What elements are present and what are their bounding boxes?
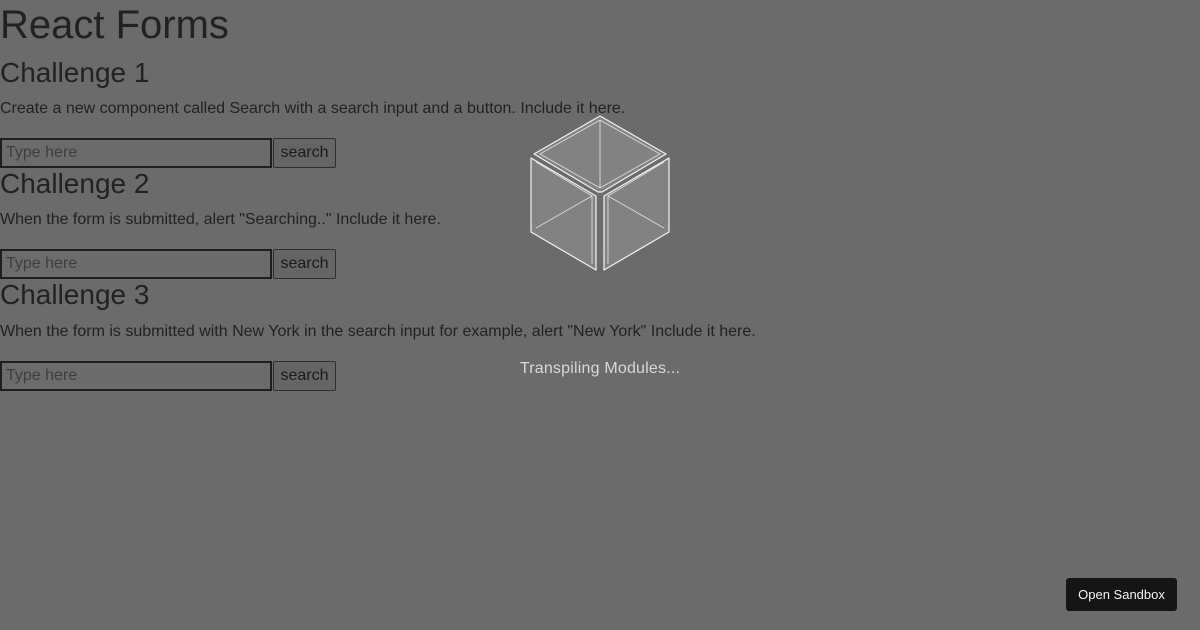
challenge-3-search-input[interactable] [0,361,272,391]
challenge-3-description: When the form is submitted with New York… [0,323,756,340]
challenge-3-heading: Challenge 3 [0,279,150,310]
page-title: React Forms [0,3,229,47]
challenge-1-heading: Challenge 1 [0,57,150,88]
challenge-1: Challenge 1 Create a new component calle… [0,57,900,168]
sandbox-preview: React Forms Challenge 1 Create a new com… [0,0,1200,630]
challenge-3-search-button[interactable]: search [273,361,336,391]
loading-status-text: Transpiling Modules... [519,360,681,377]
challenge-2-search-form: search [0,249,336,279]
challenge-2-heading: Challenge 2 [0,168,150,199]
challenge-2: Challenge 2 When the form is submitted, … [0,168,900,279]
challenge-3-search-form: search [0,361,336,391]
challenge-2-search-input[interactable] [0,249,272,279]
open-sandbox-button[interactable]: Open Sandbox [1066,578,1177,611]
challenge-1-search-button[interactable]: search [273,138,336,168]
codesandbox-cube-icon [530,115,670,271]
challenge-2-description: When the form is submitted, alert "Searc… [0,211,441,228]
challenge-1-search-form: search [0,138,336,168]
challenge-1-search-input[interactable] [0,138,272,168]
challenge-2-search-button[interactable]: search [273,249,336,279]
challenge-3: Challenge 3 When the form is submitted w… [0,279,900,391]
